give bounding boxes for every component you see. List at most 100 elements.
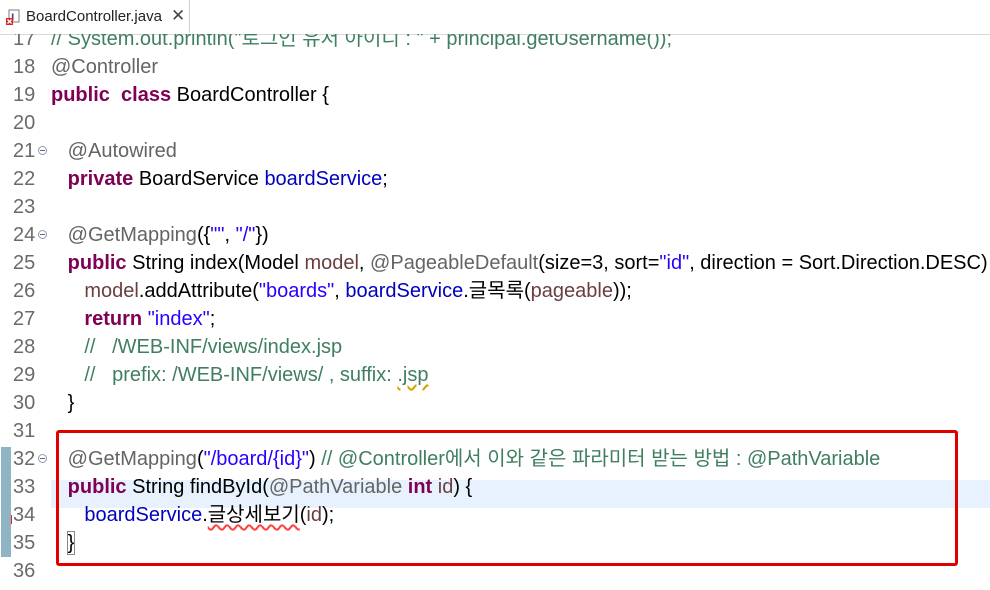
code-token: BoardService (133, 168, 265, 190)
code-text: // System.out.println("로그인 유저 아이디 : " + … (51, 34, 672, 53)
code-token: , (224, 224, 236, 246)
line-number: 35 (13, 532, 36, 554)
java-file-error-icon: J (6, 9, 20, 25)
tab-boardcontroller-java[interactable]: J BoardController.java ✕ (0, 0, 190, 34)
code-token: model (84, 280, 139, 302)
changed-lines-marker (1, 447, 11, 557)
code-token: , direction = Sort.Direction.DESC) Pagea… (689, 252, 988, 274)
code-token: ; (382, 168, 388, 190)
code-text: private BoardService boardService; (51, 165, 388, 193)
code-token: private (67, 168, 134, 190)
line-number: 27 (13, 308, 36, 330)
annotation-highlight-box (56, 430, 958, 566)
line-number: 31 (13, 420, 36, 442)
code-line[interactable]: 22 private BoardService boardService; (0, 165, 990, 193)
line-number: 20 (13, 112, 36, 134)
code-token: (size=3, sort= (538, 252, 660, 274)
code-token: "/" (235, 224, 256, 246)
code-token: return (84, 308, 143, 330)
code-token: ({ (196, 224, 211, 246)
code-text: // prefix: /WEB-INF/views/ , suffix: .js… (51, 361, 429, 389)
code-token: public (67, 252, 127, 274)
code-token: .글목록( (463, 280, 531, 302)
code-token: boardService (264, 168, 383, 190)
line-number: 23 (13, 196, 36, 218)
code-token: , (334, 280, 346, 302)
code-token: pageable (530, 280, 613, 302)
code-line[interactable]: 26 model.addAttribute("boards", boardSer… (0, 277, 990, 305)
code-token: // System.out.println("로그인 유저 아이디 : " + … (51, 34, 673, 50)
code-line[interactable]: 28 // /WEB-INF/views/index.jsp (0, 333, 990, 361)
line-number: 30 (13, 392, 36, 414)
code-text: @Autowired (51, 137, 177, 165)
code-text: public String index(Model model, @Pageab… (51, 249, 990, 277)
line-number: 28 (13, 336, 36, 358)
fold-toggle-icon[interactable] (38, 146, 47, 155)
code-token: .jsp (397, 364, 429, 386)
code-token: String index(Model (126, 252, 305, 274)
tab-title: BoardController.java (26, 8, 162, 25)
code-line[interactable]: 17 // System.out.println("로그인 유저 아이디 : " … (0, 34, 990, 53)
code-line[interactable]: 30 } (0, 389, 990, 417)
line-number: 21 (13, 140, 36, 162)
code-text: public class BoardController { (51, 81, 329, 109)
code-line[interactable]: 19 public class BoardController { (0, 81, 990, 109)
fold-toggle-icon[interactable] (38, 230, 47, 239)
code-token: class (121, 84, 172, 106)
code-token: , (358, 252, 371, 274)
line-number: 25 (13, 252, 36, 274)
code-token: @Autowired (67, 140, 177, 162)
code-token: @PageableDefault (370, 252, 539, 274)
line-number: 19 (13, 84, 36, 106)
line-number: 24 (13, 224, 36, 246)
code-token: "boards" (258, 280, 335, 302)
code-line[interactable]: 25 public String index(Model model, @Pag… (0, 249, 990, 277)
code-token: "id" (659, 252, 690, 274)
code-line[interactable]: 29 // prefix: /WEB-INF/views/ , suffix: … (0, 361, 990, 389)
code-token: )); (612, 280, 632, 302)
code-token: BoardController { (171, 84, 329, 106)
line-number: 17 (13, 34, 36, 50)
code-token: // prefix: /WEB-INF/views/ , suffix: (84, 364, 398, 386)
code-line[interactable]: 18 @Controller (0, 53, 990, 81)
code-text: } (51, 389, 75, 417)
code-line[interactable]: 21 @Autowired (0, 137, 990, 165)
code-text: model.addAttribute("boards", boardServic… (51, 277, 632, 305)
editor-tab-bar: J BoardController.java ✕ (0, 0, 990, 35)
code-text: @Controller (51, 53, 158, 81)
close-tab-icon[interactable]: ✕ (171, 6, 185, 26)
code-line[interactable]: 27 return "index"; (0, 305, 990, 333)
line-number: 34 (13, 504, 36, 526)
code-editor[interactable]: 17 // System.out.println("로그인 유저 아이디 : " … (0, 34, 990, 590)
line-number: 36 (13, 560, 36, 582)
line-number: 29 (13, 364, 36, 386)
code-line[interactable]: 20 (0, 109, 990, 137)
code-text: @GetMapping({"", "/"}) (51, 221, 269, 249)
code-text: // /WEB-INF/views/index.jsp (51, 333, 342, 361)
code-token: boardService (345, 280, 464, 302)
fold-toggle-icon[interactable] (38, 454, 47, 463)
code-token: "" (210, 224, 225, 246)
line-number: 26 (13, 280, 36, 302)
code-token: }) (255, 224, 269, 246)
code-text: return "index"; (51, 305, 215, 333)
code-token: // /WEB-INF/views/index.jsp (84, 336, 343, 358)
code-token: @Controller (51, 56, 159, 78)
code-token: public (51, 84, 110, 106)
line-number: 32 (13, 448, 36, 470)
code-token: .addAttribute( (138, 280, 259, 302)
line-number: 22 (13, 168, 36, 190)
code-line[interactable]: 24 @GetMapping({"", "/"}) (0, 221, 990, 249)
code-token: } (51, 392, 75, 414)
code-token: model (304, 252, 359, 274)
code-line[interactable]: 23 (0, 193, 990, 221)
